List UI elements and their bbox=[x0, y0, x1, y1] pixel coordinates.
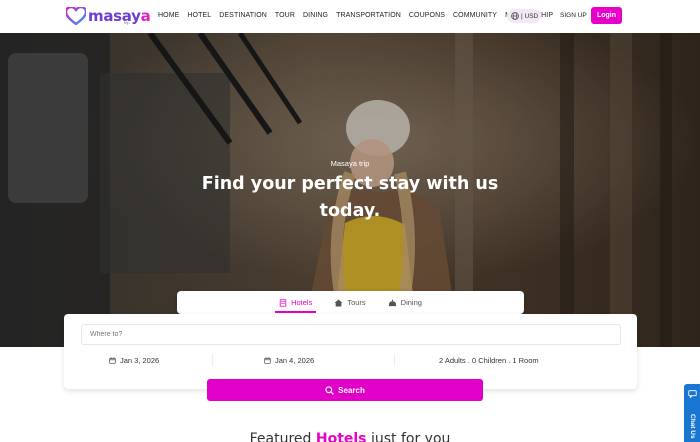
guests-value: 2 Adults . 0 Children . 1 Room bbox=[439, 355, 539, 365]
tab-tours-label: Tours bbox=[347, 298, 366, 307]
logo-subtitle: trip bbox=[124, 20, 130, 25]
logo-wordmark: masaya bbox=[88, 7, 151, 25]
field-divider bbox=[212, 354, 213, 366]
hotel-icon bbox=[279, 298, 287, 307]
field-divider bbox=[394, 354, 395, 366]
dining-icon bbox=[388, 299, 396, 306]
checkin-value: Jan 3, 2026 bbox=[120, 355, 160, 365]
checkin-date[interactable]: Jan 3, 2026 bbox=[109, 351, 159, 369]
home-icon bbox=[334, 298, 343, 307]
featured-heading: Featured Hotels just for you bbox=[0, 431, 700, 442]
nav-item-transportation[interactable]: TRANSPORTATION bbox=[336, 12, 401, 19]
where-to-input[interactable] bbox=[81, 324, 621, 345]
search-button[interactable]: Search bbox=[207, 379, 483, 401]
currency-label: | USD bbox=[521, 12, 539, 20]
globe-icon bbox=[511, 12, 519, 20]
main-nav: HOME HOTEL DESTINATION TOUR DINING TRANS… bbox=[158, 12, 561, 19]
chat-icon bbox=[688, 390, 697, 398]
tab-tours[interactable]: Tours bbox=[332, 291, 367, 314]
masaya-logo[interactable]: masaya trip bbox=[66, 5, 151, 27]
featured-highlight: Hotels bbox=[315, 431, 367, 442]
heart-logo-icon bbox=[66, 7, 86, 25]
search-tabs: Hotels Tours Dining bbox=[177, 291, 524, 314]
nav-item-destination[interactable]: DESTINATION bbox=[219, 12, 267, 19]
top-header: masaya trip HOME HOTEL DESTINATION TOUR … bbox=[0, 0, 700, 33]
chat-label: Chat Us bbox=[689, 414, 696, 439]
featured-prefix: Featured bbox=[249, 431, 316, 442]
tab-hotels[interactable]: Hotels bbox=[275, 291, 317, 314]
nav-item-hotel[interactable]: HOTEL bbox=[187, 12, 211, 19]
featured-suffix: just for you bbox=[366, 431, 451, 442]
calendar-icon bbox=[109, 356, 116, 364]
signup-link[interactable]: SIGN UP bbox=[560, 12, 587, 19]
guests-selector[interactable]: 2 Adults . 0 Children . 1 Room bbox=[439, 351, 539, 369]
hero-title: Find your perfect stay with us today. bbox=[201, 174, 499, 221]
search-panel: Jan 3, 2026 Jan 4, 2026 2 Adults . 0 Chi… bbox=[64, 314, 637, 389]
hero-eyebrow: Masaya trip bbox=[330, 159, 370, 168]
nav-item-dining[interactable]: DINING bbox=[303, 12, 328, 19]
login-button[interactable]: Login bbox=[591, 7, 622, 24]
nav-item-home[interactable]: HOME bbox=[158, 12, 179, 19]
search-icon bbox=[325, 385, 334, 395]
chat-us-tab[interactable]: Chat Us bbox=[684, 384, 700, 442]
nav-item-coupons[interactable]: COUPONS bbox=[409, 12, 445, 19]
tab-dining[interactable]: Dining bbox=[386, 291, 424, 314]
tab-hotels-label: Hotels bbox=[291, 298, 313, 307]
nav-item-community[interactable]: COMMUNITY bbox=[453, 12, 497, 19]
tab-dining-label: Dining bbox=[400, 298, 422, 307]
calendar-icon bbox=[264, 356, 271, 364]
currency-selector[interactable]: | USD bbox=[507, 9, 541, 23]
search-button-label: Search bbox=[338, 385, 365, 395]
nav-item-tour[interactable]: TOUR bbox=[275, 12, 295, 19]
checkout-date[interactable]: Jan 4, 2026 bbox=[264, 351, 314, 369]
checkout-value: Jan 4, 2026 bbox=[275, 355, 315, 365]
